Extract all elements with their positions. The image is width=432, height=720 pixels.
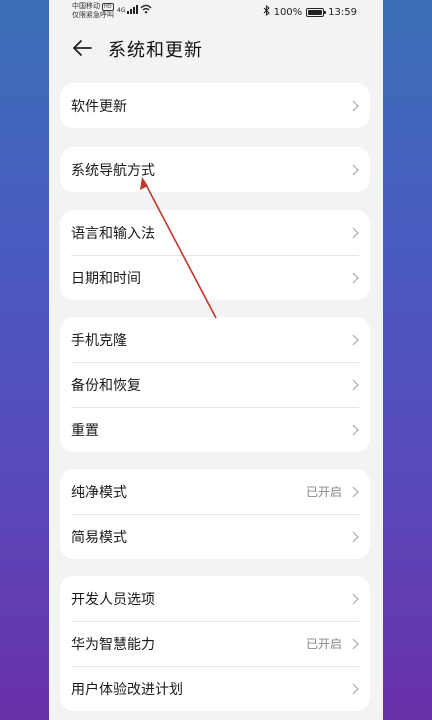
- chevron-right-icon: [352, 531, 359, 542]
- menu-item-status: 已开启: [305, 637, 342, 651]
- menu-item-label: 重置: [71, 422, 99, 439]
- phone-screen: 中国移动 HD 仅限紧急呼叫 4G 100% 13:59 系统和更新 软件更新 …: [49, 0, 383, 720]
- menu-item-phone-clone[interactable]: 手机克隆: [60, 317, 370, 362]
- battery-icon: [306, 7, 327, 17]
- back-arrow-icon[interactable]: [71, 38, 93, 58]
- chevron-right-icon: [352, 164, 359, 175]
- emergency-text: 仅限紧急呼叫: [72, 11, 114, 19]
- wifi-icon: [141, 4, 152, 14]
- chevron-right-icon: [352, 379, 359, 390]
- signal-icon: [127, 5, 139, 14]
- menu-item-label: 备份和恢复: [71, 377, 141, 394]
- hd-badge: HD: [102, 2, 114, 11]
- network-type: 4G: [117, 7, 126, 14]
- chevron-right-icon: [352, 424, 359, 435]
- chevron-right-icon: [352, 486, 359, 497]
- chevron-right-icon: [352, 683, 359, 694]
- menu-item-label: 语言和输入法: [71, 225, 155, 242]
- page-title: 系统和更新: [108, 40, 203, 61]
- menu-item-label: 开发人员选项: [71, 591, 155, 608]
- bluetooth-icon: [263, 4, 270, 19]
- menu-item-backup-restore[interactable]: 备份和恢复: [60, 362, 370, 407]
- menu-item-label: 软件更新: [71, 98, 127, 115]
- menu-item-label: 系统导航方式: [71, 162, 155, 179]
- menu-item-software-update[interactable]: 软件更新: [60, 83, 370, 128]
- menu-item-date-time[interactable]: 日期和时间: [60, 255, 370, 300]
- menu-item-user-experience[interactable]: 用户体验改进计划: [60, 666, 370, 711]
- menu-item-language-input[interactable]: 语言和输入法: [60, 210, 370, 255]
- carrier-info: 中国移动 HD 仅限紧急呼叫: [72, 2, 114, 20]
- status-bar: 中国移动 HD 仅限紧急呼叫 4G 100% 13:59: [49, 0, 383, 24]
- menu-item-system-navigation[interactable]: 系统导航方式: [60, 147, 370, 192]
- chevron-right-icon: [352, 227, 359, 238]
- status-right: 100% 13:59: [263, 4, 357, 19]
- menu-item-simple-mode[interactable]: 简易模式: [60, 514, 370, 559]
- settings-group: 开发人员选项 华为智慧能力 已开启 用户体验改进计划: [60, 576, 370, 711]
- settings-group: 手机克隆 备份和恢复 重置: [60, 317, 370, 452]
- battery-percent: 100%: [273, 6, 303, 18]
- settings-group: 系统导航方式: [60, 147, 370, 192]
- chevron-right-icon: [352, 593, 359, 604]
- menu-item-pure-mode[interactable]: 纯净模式 已开启: [60, 469, 370, 514]
- menu-item-label: 手机克隆: [71, 332, 127, 349]
- chevron-right-icon: [352, 100, 359, 111]
- page-header: 系统和更新: [49, 24, 383, 74]
- menu-item-reset[interactable]: 重置: [60, 407, 370, 452]
- menu-item-label: 用户体验改进计划: [71, 681, 183, 698]
- chevron-right-icon: [352, 272, 359, 283]
- menu-item-developer-options[interactable]: 开发人员选项: [60, 576, 370, 621]
- menu-item-status: 已开启: [305, 485, 342, 499]
- carrier-name: 中国移动: [72, 2, 100, 10]
- chevron-right-icon: [352, 638, 359, 649]
- settings-group: 软件更新: [60, 83, 370, 128]
- menu-item-label: 简易模式: [71, 529, 127, 546]
- chevron-right-icon: [352, 334, 359, 345]
- signal-icons: 4G: [117, 4, 152, 14]
- menu-item-label: 华为智慧能力: [71, 636, 155, 653]
- menu-item-label: 纯净模式: [71, 484, 127, 501]
- menu-item-huawei-ai[interactable]: 华为智慧能力 已开启: [60, 621, 370, 666]
- clock: 13:59: [328, 6, 357, 18]
- settings-group: 语言和输入法 日期和时间: [60, 210, 370, 300]
- menu-item-label: 日期和时间: [71, 270, 141, 287]
- settings-group: 纯净模式 已开启 简易模式: [60, 469, 370, 559]
